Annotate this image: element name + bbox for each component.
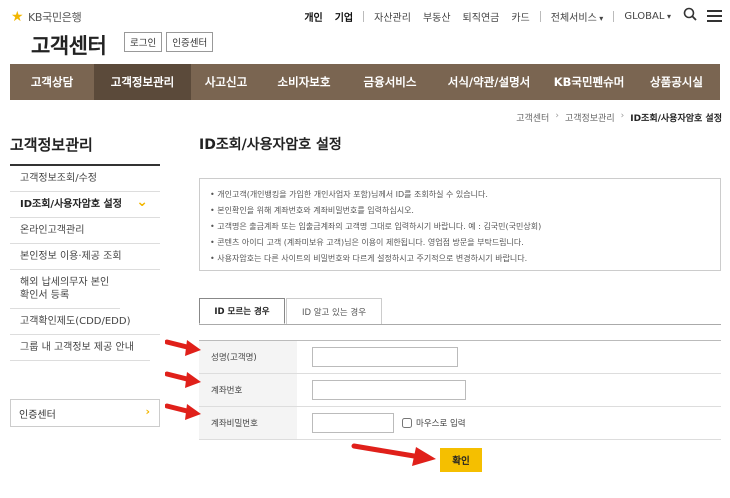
gnb-item-consumer-protection[interactable]: 소비자보호 <box>261 64 347 100</box>
breadcrumb-current: ID조회/사용자암호 설정 <box>630 114 722 124</box>
main-navigation: 고객상담 고객정보관리 사고신고 소비자보호 금융서비스 서식/약관/설명서 K… <box>10 64 720 100</box>
login-button[interactable]: 로그인 <box>124 32 163 52</box>
sidebar-cert-link[interactable]: 인증센터 › <box>10 399 160 427</box>
chevron-right-icon: › <box>620 111 625 121</box>
sidebar-item-info-usage[interactable]: 본인정보 이용·제공 조회 <box>10 244 160 270</box>
top-nav-card[interactable]: 카드 <box>511 9 529 24</box>
top-nav-personal[interactable]: 개인 <box>304 9 322 24</box>
annotation-arrow-icon <box>165 371 201 388</box>
form-row-name: 성명(고객명) <box>199 341 721 374</box>
all-services-dropdown[interactable]: 전체서비스 <box>551 9 604 24</box>
tab-id-unknown[interactable]: ID 모르는 경우 <box>199 298 285 324</box>
gnb-item-product-disclosure[interactable]: 상품공시실 <box>633 64 720 100</box>
notice-box: 개인고객(개인뱅킹을 가입한 개인사업자 포함)님께서 ID를 조회하실 수 있… <box>199 178 721 271</box>
breadcrumb: 고객센터 › 고객정보관리 › ID조회/사용자암호 설정 <box>516 111 722 124</box>
confirm-button[interactable]: 확인 <box>440 448 482 472</box>
tab-id-known[interactable]: ID 알고 있는 경우 <box>286 298 382 324</box>
page-title: ID조회/사용자암호 설정 <box>199 137 342 153</box>
sidebar-cert-label: 인증센터 <box>19 410 56 421</box>
cert-center-button[interactable]: 인증센터 <box>166 32 214 52</box>
top-nav-pension[interactable]: 퇴직연금 <box>463 9 500 24</box>
sidebar-item-cdd-edd[interactable]: 고객확인제도(CDD/EDD) <box>10 309 160 335</box>
gnb-item-forms[interactable]: 서식/약관/설명서 <box>433 64 545 100</box>
kb-star-icon: ★ <box>11 9 24 25</box>
sidebar-item-id-lookup[interactable]: ID조회/사용자암호 설정 ⌄ <box>10 192 160 218</box>
notice-item: 개인고객(개인뱅킹을 가입한 개인사업자 포함)님께서 ID를 조회하실 수 있… <box>210 187 710 203</box>
auth-buttons: 로그인 인증센터 <box>124 32 214 52</box>
account-label: 계좌번호 <box>199 374 297 406</box>
notice-item: 고객명은 출금계좌 또는 입출금계좌의 고객명 그대로 입력하시기 바랍니다. … <box>210 219 710 235</box>
sidebar-item-online-customer[interactable]: 온라인고객관리 <box>10 218 160 244</box>
divider <box>613 10 615 22</box>
top-nav-realestate[interactable]: 부동산 <box>423 9 451 24</box>
form-row-account: 계좌번호 <box>199 374 721 407</box>
global-dropdown[interactable]: GLOBAL <box>624 11 671 22</box>
breadcrumb-section[interactable]: 고객정보관리 <box>565 111 615 124</box>
gnb-item-customer-info[interactable]: 고객정보관리 <box>94 64 191 100</box>
search-icon[interactable] <box>683 7 697 25</box>
notice-item: 콘텐츠 아이디 고객 (계좌미보유 고객)님은 이용이 제한됩니다. 영업점 방… <box>210 235 710 251</box>
sidebar-menu: 고객정보조회/수정 ID조회/사용자암호 설정 ⌄ 온라인고객관리 본인정보 이… <box>10 164 160 361</box>
top-nav-asset[interactable]: 자산관리 <box>374 9 411 24</box>
chevron-down-icon: ⌄ <box>136 194 148 210</box>
breadcrumb-home[interactable]: 고객센터 <box>516 111 549 124</box>
divider <box>363 10 365 22</box>
name-input[interactable] <box>312 347 458 367</box>
annotation-arrow-icon <box>165 339 201 356</box>
lookup-tabs: ID 모르는 경우 ID 알고 있는 경우 <box>199 298 721 325</box>
menu-icon[interactable] <box>707 10 722 22</box>
gnb-item-consult[interactable]: 고객상담 <box>10 64 94 100</box>
mouse-input-toggle[interactable]: 마우스로 입력 <box>402 417 466 429</box>
account-number-input[interactable] <box>312 380 466 400</box>
password-label: 계좌비밀번호 <box>199 407 297 439</box>
form-row-password: 계좌비밀번호 마우스로 입력 <box>199 407 721 440</box>
sidebar-title: 고객정보관리 <box>10 136 93 154</box>
top-nav: 개인 기업 자산관리 부동산 퇴직연금 카드 전체서비스 GLOBAL <box>304 7 722 25</box>
notice-item: 사용자암호는 다른 사이트의 비밀번호와 다르게 설정하시고 주기적으로 변경하… <box>210 251 710 267</box>
divider <box>539 10 541 22</box>
sidebar-item-group-info[interactable]: 그룹 내 고객정보 제공 안내 <box>10 335 150 361</box>
chevron-right-icon: › <box>145 405 150 418</box>
site-title[interactable]: 고객센터 <box>31 30 107 60</box>
lookup-form: 성명(고객명) 계좌번호 계좌비밀번호 마우스로 입력 <box>199 340 721 440</box>
gnb-item-pensumer[interactable]: KB국민펜슈머 <box>545 64 633 100</box>
annotation-arrow-icon <box>351 443 436 466</box>
mouse-input-checkbox[interactable] <box>402 418 412 428</box>
sidebar-item-tax-confirm[interactable]: 해외 납세의무자 본인확인서 등록 <box>10 270 120 309</box>
sidebar-item-info-edit[interactable]: 고객정보조회/수정 <box>10 166 160 192</box>
name-label: 성명(고객명) <box>199 341 297 373</box>
account-password-input[interactable] <box>312 413 394 433</box>
annotation-arrow-icon <box>165 403 201 420</box>
mouse-input-label: 마우스로 입력 <box>416 419 466 429</box>
sidebar-item-label: ID조회/사용자암호 설정 <box>20 199 122 210</box>
kb-logo[interactable]: ★ KB국민은행 <box>11 9 82 25</box>
gnb-item-accident-report[interactable]: 사고신고 <box>191 64 261 100</box>
brand-text: KB국민은행 <box>28 11 82 24</box>
chevron-right-icon: › <box>555 111 559 121</box>
top-nav-corporate[interactable]: 기업 <box>335 9 353 24</box>
notice-item: 본인확인을 위해 계좌번호와 계좌비밀번호를 입력하십시오. <box>210 203 710 219</box>
gnb-item-financial-services[interactable]: 금융서비스 <box>347 64 433 100</box>
